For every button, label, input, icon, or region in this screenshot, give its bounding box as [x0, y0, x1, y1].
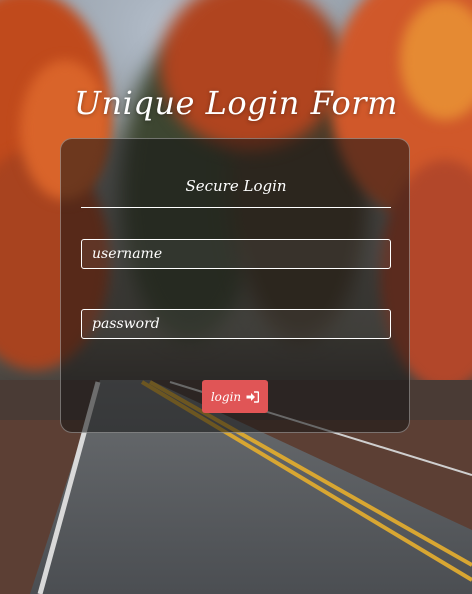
- page-title: Unique Login Form: [74, 84, 398, 122]
- heading-divider: [81, 207, 391, 208]
- username-input[interactable]: [81, 239, 391, 269]
- form-heading: Secure Login: [185, 177, 287, 195]
- login-card: Secure Login login: [60, 138, 410, 433]
- password-input[interactable]: [81, 309, 391, 339]
- sign-in-icon: [246, 390, 260, 403]
- login-button-label: login: [210, 389, 242, 404]
- login-button[interactable]: login: [202, 380, 268, 413]
